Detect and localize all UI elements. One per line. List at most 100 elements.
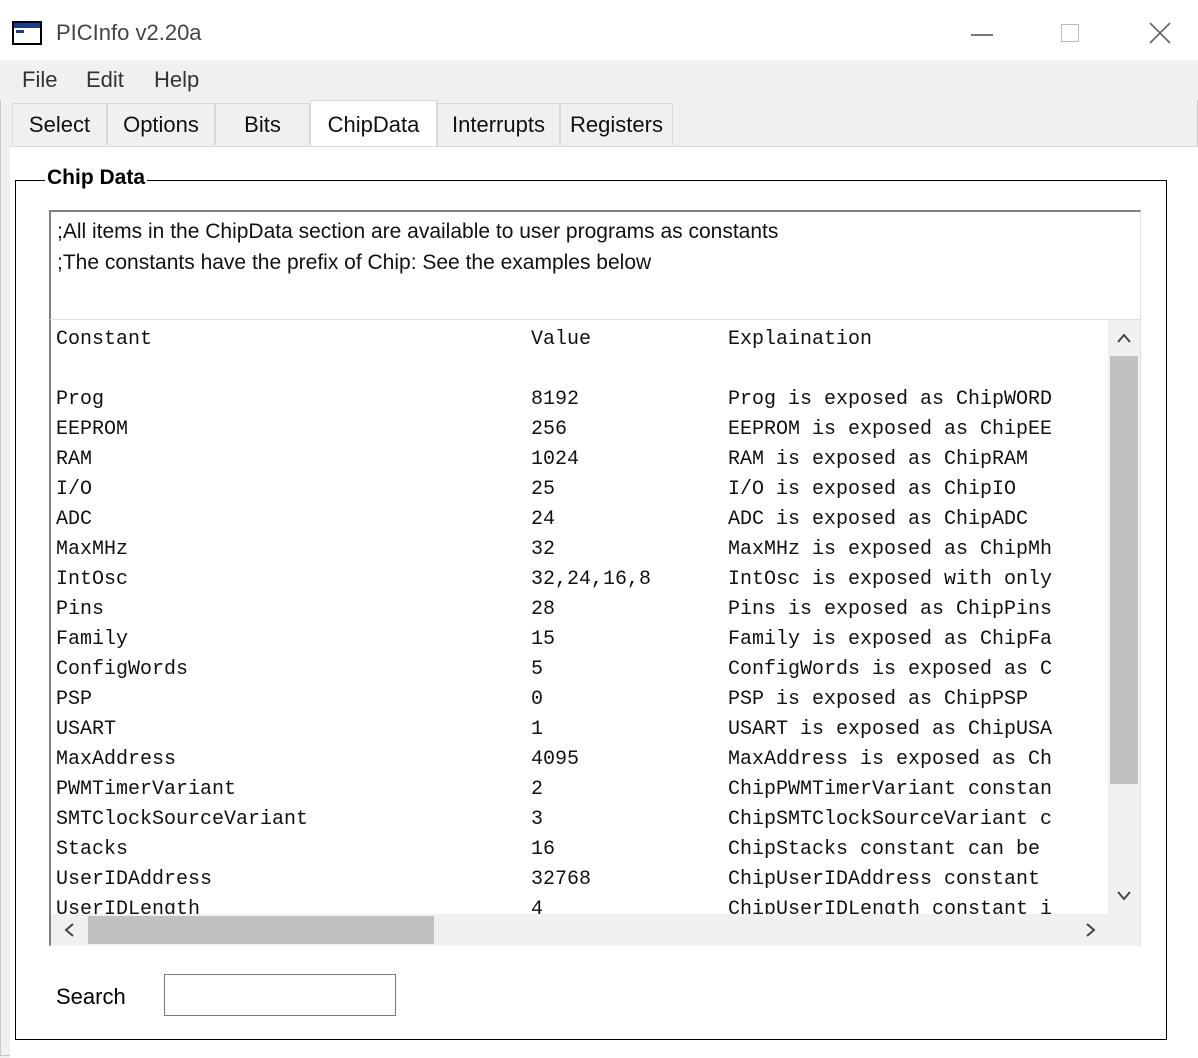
application-window-icon[interactable] [12, 21, 42, 45]
explanation-cell: Pins is exposed as ChipPins [728, 598, 1053, 621]
explanation-cell: USART is exposed as ChipUSA [728, 718, 1053, 741]
table-row[interactable]: I/O 25 I/O is exposed as ChipIO [51, 478, 1111, 508]
menu-help[interactable]: Help [154, 67, 199, 93]
table-row[interactable]: ADC 24 ADC is exposed as ChipADC [51, 508, 1111, 538]
title-bar[interactable]: PICInfo v2.20a [0, 0, 1198, 60]
explanation-cell: ADC is exposed as ChipADC [728, 508, 1029, 531]
header-explanation: Explaination [728, 328, 873, 351]
table-row[interactable]: IntOsc 32,24,16,8 IntOsc is exposed with o… [51, 568, 1111, 598]
tab-select[interactable]: Select [12, 103, 107, 145]
value-cell: 256 [531, 418, 568, 441]
constant-cell: IntOsc [56, 568, 129, 591]
window-title: PICInfo v2.20a [56, 20, 202, 45]
maximize-icon [1061, 24, 1079, 42]
scrollbar-corner [1108, 914, 1140, 946]
explanation-cell: ChipUserIDAddress constant [728, 868, 1041, 891]
table-row[interactable]: Family 15 Family is exposed as ChipFa [51, 628, 1111, 658]
table-row[interactable]: ConfigWords 5 ConfigWords is exposed as C [51, 658, 1111, 688]
value-cell: 2 [531, 778, 544, 801]
explanation-cell: I/O is exposed as ChipIO [728, 478, 1017, 501]
constant-cell: PWMTimerVariant [56, 778, 237, 801]
explanation-cell: ConfigWords is exposed as C [728, 658, 1053, 681]
chip-data-list[interactable]: Constant Value Explaination Prog 8192 Prog… [49, 320, 1141, 946]
value-cell: 25 [531, 478, 556, 501]
value-cell: 32 [531, 538, 556, 561]
constant-cell: USART [56, 718, 117, 741]
notes-textbox[interactable]: ;All items in the ChipData section are a… [49, 210, 1141, 320]
close-button[interactable] [1130, 10, 1190, 56]
constant-cell: Family [56, 628, 129, 651]
constant-cell: MaxAddress [56, 748, 177, 771]
value-cell: 3 [531, 808, 544, 831]
header-value: Value [531, 328, 592, 351]
explanation-cell: Family is exposed as ChipFa [728, 628, 1053, 651]
scroll-right-button[interactable] [1081, 920, 1101, 940]
tab-options[interactable]: Options [107, 103, 215, 145]
value-cell: 1024 [531, 448, 580, 471]
menu-file[interactable]: File [22, 67, 57, 93]
explanation-cell: ChipPWMTimerVariant constan [728, 778, 1053, 801]
table-row[interactable]: UserIDAddress 32768 ChipUserIDAddress cons… [51, 868, 1111, 898]
menu-edit[interactable]: Edit [86, 67, 124, 93]
tab-chipdata[interactable]: ChipData [310, 100, 437, 148]
table-row[interactable]: PSP 0 PSP is exposed as ChipPSP [51, 688, 1111, 718]
table-row[interactable]: UserIDLength 4 ChipUserIDLength constant i [51, 898, 1111, 914]
explanation-cell: ChipUserIDLength constant i [728, 898, 1053, 914]
constant-cell: MaxMHz [56, 538, 129, 561]
constant-cell: Prog [56, 388, 105, 411]
constant-cell: ADC [56, 508, 93, 531]
explanation-cell: RAM is exposed as ChipRAM [728, 448, 1029, 471]
scroll-left-button[interactable] [59, 920, 79, 940]
constant-cell: I/O [56, 478, 93, 501]
explanation-cell: Prog is exposed as ChipWORD [728, 388, 1053, 411]
constant-cell: UserIDLength [56, 898, 201, 914]
scroll-up-button[interactable] [1114, 328, 1134, 348]
constant-cell: RAM [56, 448, 93, 471]
chevron-up-icon [1117, 333, 1131, 343]
scroll-down-button[interactable] [1114, 886, 1134, 906]
table-row[interactable]: SMTClockSourceVariant 3 ChipSMTClockSource… [51, 808, 1111, 838]
value-cell: 1 [531, 718, 544, 741]
chevron-down-icon [1117, 891, 1131, 901]
table-row[interactable]: PWMTimerVariant 2 ChipPWMTimerVariant cons… [51, 778, 1111, 808]
minimize-icon [971, 34, 993, 36]
header-constant: Constant [56, 328, 153, 351]
explanation-cell: EEPROM is exposed as ChipEE [728, 418, 1053, 441]
value-cell: 4095 [531, 748, 580, 771]
constant-cell: UserIDAddress [56, 868, 213, 891]
minimize-button[interactable] [952, 10, 1012, 56]
table-row[interactable]: Pins 28 Pins is exposed as ChipPins [51, 598, 1111, 628]
table-row[interactable]: Prog 8192 Prog is exposed as ChipWORD [51, 388, 1111, 418]
explanation-cell: ChipStacks constant can be [728, 838, 1041, 861]
value-cell: 15 [531, 628, 556, 651]
group-title: Chip Data [45, 166, 148, 190]
list-viewport: Constant Value Explaination Prog 8192 Prog… [51, 320, 1111, 914]
vertical-scroll-thumb[interactable] [1110, 356, 1138, 784]
table-row[interactable]: USART 1 USART is exposed as ChipUSA [51, 718, 1111, 748]
table-row[interactable]: RAM 1024 RAM is exposed as ChipRAM [51, 448, 1111, 478]
explanation-cell: MaxAddress is exposed as Ch [728, 748, 1053, 771]
constant-cell: EEPROM [56, 418, 129, 441]
explanation-cell: IntOsc is exposed with only [728, 568, 1053, 591]
explanation-cell: PSP is exposed as ChipPSP [728, 688, 1029, 711]
table-row[interactable]: MaxMHz 32 MaxMHz is exposed as ChipMh [51, 538, 1111, 568]
constant-cell: SMTClockSourceVariant [56, 808, 309, 831]
value-cell: 0 [531, 688, 544, 711]
maximize-button[interactable] [1040, 10, 1100, 56]
tab-registers[interactable]: Registers [560, 103, 673, 145]
value-cell: 32768 [531, 868, 592, 891]
table-row[interactable]: EEPROM 256 EEPROM is exposed as ChipEE [51, 418, 1111, 448]
table-row[interactable]: MaxAddress 4095 MaxAddress is exposed as C… [51, 748, 1111, 778]
tab-interrupts[interactable]: Interrupts [437, 103, 560, 145]
value-cell: 8192 [531, 388, 580, 411]
note-line: ;All items in the ChipData section are a… [57, 220, 779, 243]
chevron-right-icon [1086, 923, 1096, 937]
value-cell: 16 [531, 838, 556, 861]
horizontal-scroll-thumb[interactable] [88, 916, 434, 944]
tab-bits[interactable]: Bits [215, 103, 310, 145]
value-cell: 5 [531, 658, 544, 681]
search-label: Search [56, 984, 126, 1009]
search-input[interactable] [164, 974, 396, 1016]
table-row[interactable]: Stacks 16 ChipStacks constant can be [51, 838, 1111, 868]
close-icon [1149, 22, 1171, 44]
